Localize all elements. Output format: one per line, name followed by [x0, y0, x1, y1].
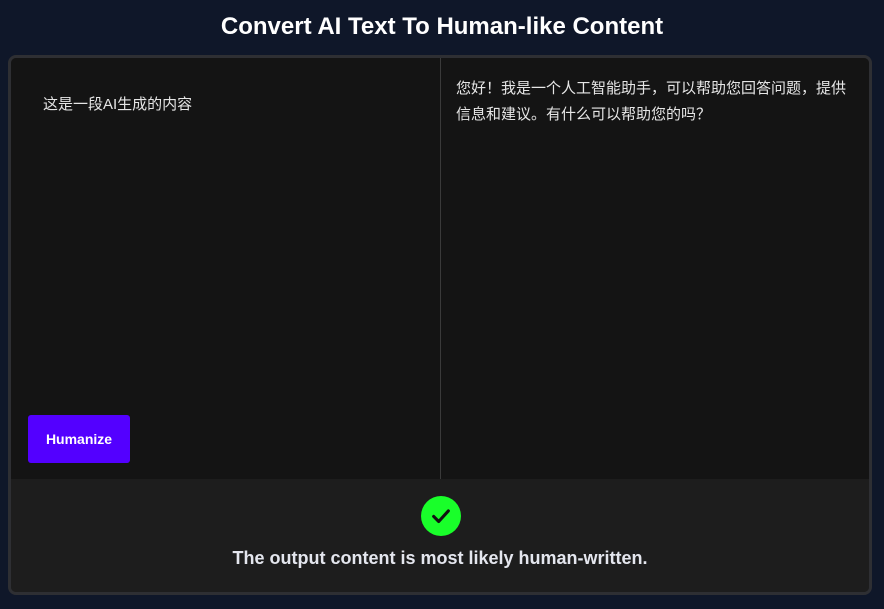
result-message: The output content is most likely human-… [232, 548, 648, 568]
humanize-button[interactable]: Humanize [28, 415, 130, 463]
check-icon [421, 496, 461, 536]
output-text: 您好！我是一个人工智能助手，可以帮助您回答问题，提供信息和建议。有什么可以帮助您… [456, 80, 847, 123]
converter-panel: 这是一段AI生成的内容 Humanize 您好！我是一个人工智能助手，可以帮助您… [8, 55, 872, 595]
page-title: Convert AI Text To Human-like Content [220, 13, 664, 40]
result-area: The output content is most likely human-… [11, 479, 869, 592]
input-pane[interactable]: 这是一段AI生成的内容 Humanize [11, 58, 441, 479]
input-textarea[interactable]: 这是一段AI生成的内容 [43, 93, 423, 117]
output-pane: 您好！我是一个人工智能助手，可以帮助您回答问题，提供信息和建议。有什么可以帮助您… [441, 58, 869, 479]
editor-row: 这是一段AI生成的内容 Humanize 您好！我是一个人工智能助手，可以帮助您… [11, 58, 869, 479]
